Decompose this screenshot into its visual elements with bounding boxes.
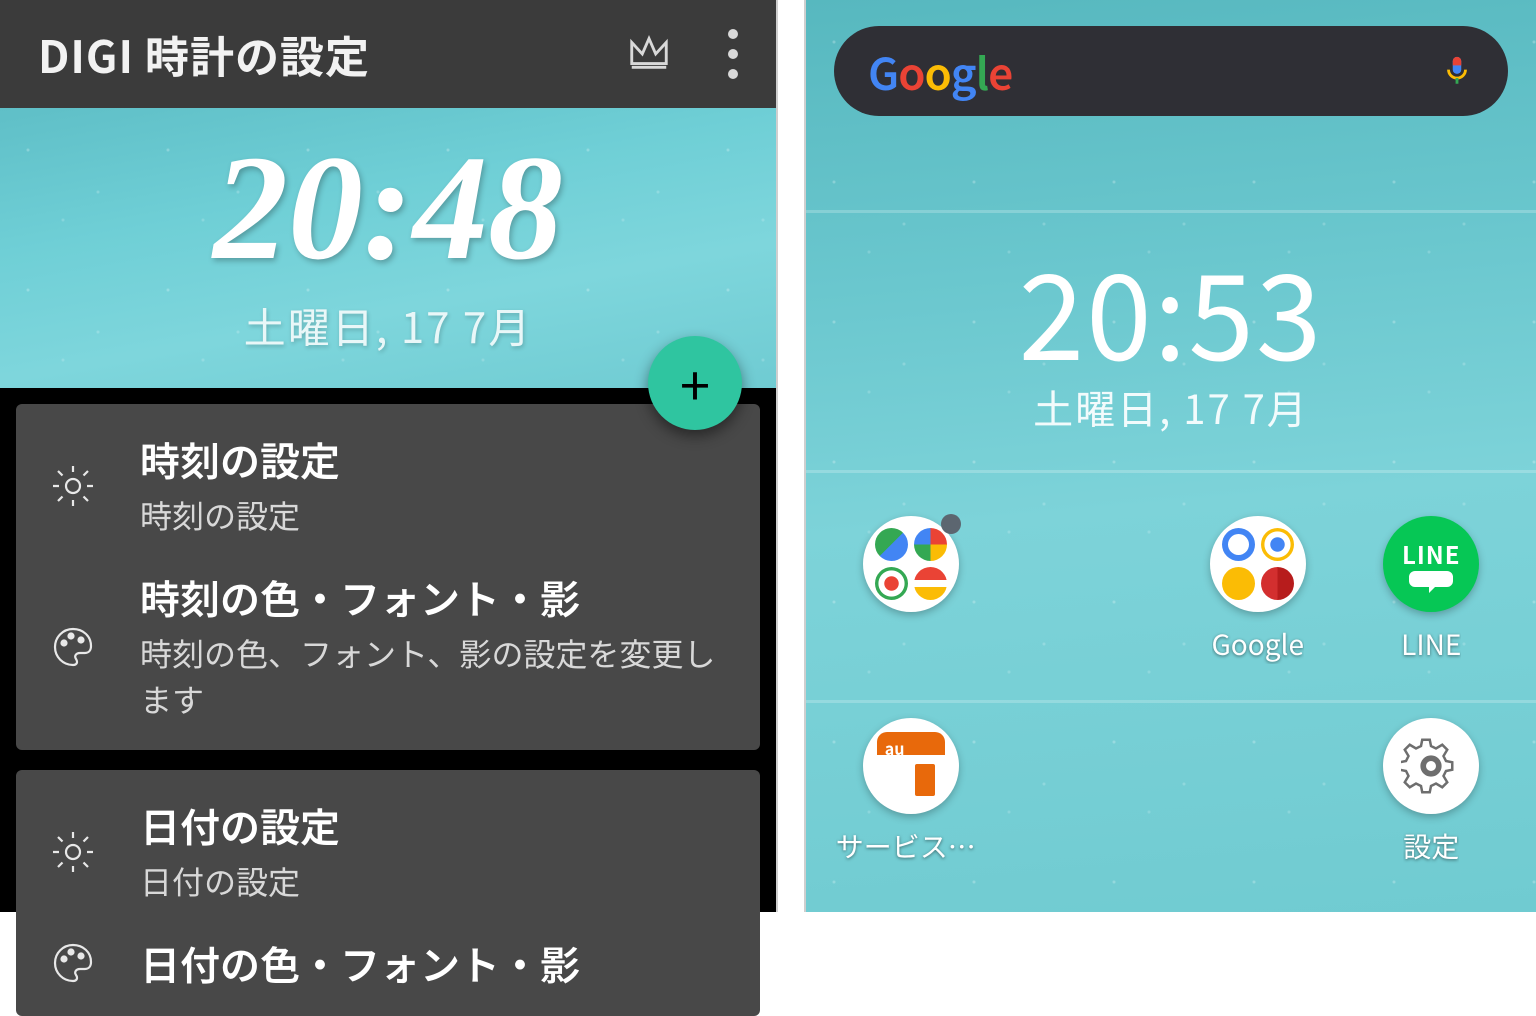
row-date-appearance[interactable]: 日付の色・フォント・影 (48, 938, 728, 988)
app-label: LINE (1401, 624, 1461, 664)
preview-time: 20:48 (213, 133, 563, 283)
app-grid: Google LINE LINE au サービスTo… (824, 516, 1518, 866)
folder-icon (863, 516, 959, 612)
row-title: 時刻の色・フォント・影 (140, 572, 728, 622)
row-time-appearance[interactable]: 時刻の色・フォント・影 時刻の色、フォント、影の設定を変更します (48, 572, 728, 722)
plus-icon: + (680, 356, 710, 410)
home-time: 20:53 (806, 250, 1536, 368)
row-subtitle: 時刻の色、フォント、影の設定を変更します (140, 630, 728, 722)
settings-card-date: 日付の設定 日付の設定 日付の色・フォント・影 (16, 770, 760, 1016)
palette-icon (48, 622, 98, 672)
row-subtitle: 時刻の設定 (140, 492, 728, 538)
row-title: 時刻の設定 (140, 434, 728, 484)
folder-icon (1210, 516, 1306, 612)
au-service-icon: au (863, 718, 959, 814)
app-line[interactable]: LINE LINE (1366, 516, 1496, 664)
app-label: Google (1212, 624, 1304, 664)
more-menu-icon[interactable] (720, 23, 746, 85)
app-bar: DIGI 時計の設定 (0, 0, 776, 108)
row-subtitle: 日付の設定 (140, 858, 728, 904)
home-date: 土曜日, 17 7月 (806, 378, 1536, 436)
home-screen: Google 20:53 土曜日, 17 7月 (806, 0, 1536, 912)
widget-preview[interactable]: 20:48 土曜日, 17 7月 (0, 108, 776, 388)
app-au-service[interactable]: au サービスTo… (846, 718, 976, 866)
settings-list: 時刻の設定 時刻の設定 時刻の色・フォント・影 時刻の色、フォント、影の設定を変… (16, 404, 760, 912)
google-logo: Google (868, 39, 1012, 103)
settings-app: DIGI 時計の設定 20:48 土曜日, 17 7月 + (0, 0, 776, 912)
preview-date: 土曜日, 17 7月 (244, 295, 532, 356)
row-title: 日付の設定 (140, 800, 728, 850)
premium-crown-icon[interactable] (626, 29, 672, 80)
app-folder-google[interactable]: Google (1193, 516, 1323, 664)
row-title: 日付の色・フォント・影 (140, 938, 728, 988)
add-widget-fab[interactable]: + (648, 336, 742, 430)
clock-widget[interactable]: 20:53 土曜日, 17 7月 (806, 250, 1536, 436)
pane-divider (776, 0, 806, 912)
app-label: 設定 (1403, 826, 1459, 866)
line-icon: LINE (1383, 516, 1479, 612)
row-date-settings[interactable]: 日付の設定 日付の設定 (48, 800, 728, 904)
app-label: サービスTo… (836, 826, 986, 866)
settings-card-time: 時刻の設定 時刻の設定 時刻の色・フォント・影 時刻の色、フォント、影の設定を変… (16, 404, 760, 750)
google-search-bar[interactable]: Google (834, 26, 1508, 116)
row-time-settings[interactable]: 時刻の設定 時刻の設定 (48, 434, 728, 538)
gear-icon (48, 827, 98, 877)
settings-icon (1383, 718, 1479, 814)
palette-icon (48, 938, 98, 988)
app-title: DIGI 時計の設定 (38, 22, 626, 86)
voice-search-icon[interactable] (1440, 54, 1474, 88)
app-folder-google-misc[interactable] (846, 516, 976, 664)
gear-icon (48, 461, 98, 511)
app-settings[interactable]: 設定 (1366, 718, 1496, 866)
